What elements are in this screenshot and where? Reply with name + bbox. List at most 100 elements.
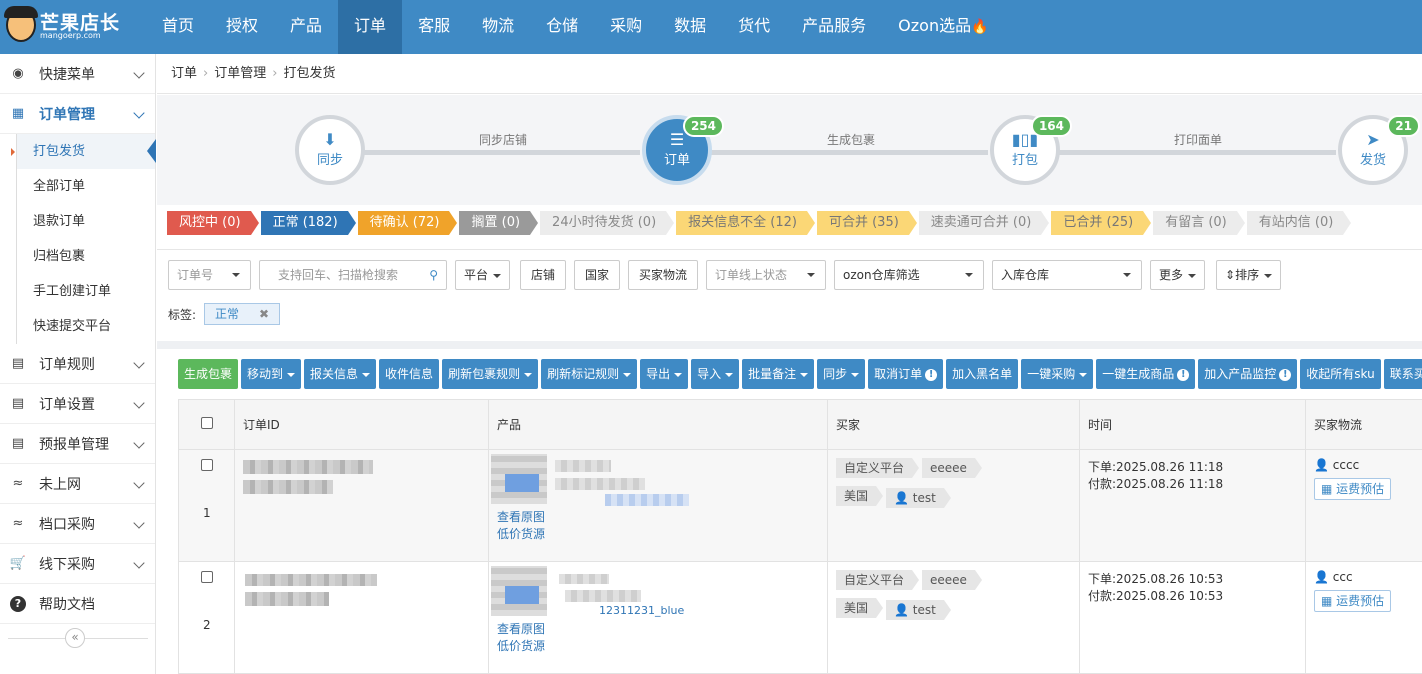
more-dropdown[interactable]: 更多 [1150,260,1206,290]
status-tag-aliexpress-mergeable[interactable]: 速卖通可合并 (0) [918,211,1049,235]
view-original-image-link[interactable]: 查看原图 [497,620,545,637]
sidebar-group-order-settings[interactable]: ▤ 订单设置 [0,384,155,424]
label-chip-normal[interactable]: 正常 ✖ [204,303,281,325]
low-price-source-link[interactable]: 低价货源 [497,637,545,654]
online-status-select[interactable]: 订单线上状态 [706,260,826,290]
caret-down-icon [1123,273,1131,277]
contact-buyer-button[interactable]: 联系买家 [1383,359,1422,389]
status-tag-has-site-message[interactable]: 有站内信 (0) [1246,211,1351,235]
product-sku[interactable]: 12311231_blue [599,604,684,617]
nav-order[interactable]: 订单 [338,0,403,54]
search-input[interactable]: 支持回车、扫描枪搜索 ⚲ [259,260,447,290]
pay-time: 付款:2025.08.26 11:18 [1088,477,1224,491]
sidebar-group-order-rules[interactable]: ▤ 订单规则 [0,344,155,384]
nav-data[interactable]: 数据 [658,0,722,54]
sort-dropdown[interactable]: ⇕排序 [1216,260,1282,290]
product-image[interactable] [491,454,547,504]
sidebar-item-pack-ship[interactable]: 打包发货 [11,134,156,169]
move-to-button[interactable]: 移动到 [241,359,302,389]
flow-link-sync-shop[interactable]: 同步店铺 [479,131,527,148]
sidebar-item-archived-packages[interactable]: 归档包裹 [16,239,155,274]
sidebar-group-not-online[interactable]: ≈ 未上网 [0,464,155,504]
buyer-logistics-button[interactable]: 买家物流 [628,260,698,290]
sidebar-item-manual-create[interactable]: 手工创建订单 [16,274,155,309]
help-icon: ? [10,595,26,612]
inbound-warehouse-select[interactable]: 入库仓库 [992,260,1142,290]
sidebar-group-shortcuts[interactable]: ◉ 快捷菜单 [0,54,155,94]
status-tag-normal[interactable]: 正常 (182) [260,211,356,235]
view-original-image-link[interactable]: 查看原图 [497,508,545,525]
export-button[interactable]: 导出 [640,359,689,389]
caret-down-icon [807,273,815,277]
close-icon[interactable]: ✖ [259,307,269,321]
status-tag-pending[interactable]: 待确认 (72) [357,211,458,235]
shop-button[interactable]: 店铺 [520,260,566,290]
product-sku-redacted [605,494,689,506]
product-text-redacted [555,478,645,490]
flow-step-order[interactable]: ☰ 订单 254 [642,115,724,185]
one-click-create-product-button[interactable]: 一键生成商品! [1096,359,1196,389]
nav-product[interactable]: 产品 [274,0,338,54]
flow-link-create-package[interactable]: 生成包裹 [827,131,875,148]
sidebar-group-help[interactable]: ? 帮助文档 [0,584,155,624]
sidebar-item-quick-submit[interactable]: 快速提交平台 [16,309,155,344]
sidebar-group-stall-purchase[interactable]: ≈ 档口采购 [0,504,155,544]
freight-estimate-button[interactable]: ▦ 运费预估 [1314,590,1392,612]
sync-button[interactable]: 同步 [817,359,866,389]
nav-auth[interactable]: 授权 [210,0,274,54]
row-checkbox[interactable] [201,571,213,583]
nav-logistics[interactable]: 物流 [466,0,530,54]
nav-ozon[interactable]: Ozon选品🔥 [882,0,1004,54]
status-tag-merged[interactable]: 已合并 (25) [1051,211,1152,235]
row-checkbox[interactable] [201,459,213,471]
collapse-sidebar-button[interactable]: « [65,628,85,648]
refresh-mark-rules-button[interactable]: 刷新标记规则 [541,359,638,389]
select-all-checkbox[interactable] [200,417,213,429]
status-tag-customs-incomplete[interactable]: 报关信息不全 (12) [676,211,815,235]
sidebar-group-label: 预报单管理 [39,436,109,453]
add-product-monitor-button[interactable]: 加入产品监控! [1198,359,1298,389]
sidebar-group-forecast[interactable]: ▤ 预报单管理 [0,424,155,464]
status-tag-risk[interactable]: 风控中 (0) [167,211,259,235]
flow-step-pack[interactable]: ▮▯▮ 打包 164 [990,115,1072,185]
mango-logo[interactable]: 芒果店长 mangoerp.com [4,6,146,48]
product-image[interactable] [491,566,547,616]
flow-link-print-label[interactable]: 打印面单 [1174,131,1222,148]
status-tag-has-message[interactable]: 有留言 (0) [1153,211,1245,235]
sidebar-item-refund-orders[interactable]: 退款订单 [16,204,155,239]
refresh-package-rules-button[interactable]: 刷新包裹规则 [442,359,539,389]
nav-purchase[interactable]: 采购 [594,0,658,54]
import-button[interactable]: 导入 [691,359,740,389]
nav-home[interactable]: 首页 [146,0,210,54]
sidebar-group-order-management[interactable]: ▦ 订单管理 [0,94,155,134]
add-blacklist-button[interactable]: 加入黑名单 [946,359,1019,389]
receiver-info-button[interactable]: 收件信息 [379,359,440,389]
nav-forwarder[interactable]: 货代 [722,0,786,54]
status-tag-hold[interactable]: 搁置 (0) [459,211,538,235]
customs-info-button[interactable]: 报关信息 [304,359,377,389]
platform-dropdown[interactable]: 平台 [455,260,511,290]
country-button[interactable]: 国家 [574,260,620,290]
status-tag-mergeable[interactable]: 可合并 (35) [816,211,917,235]
breadcrumb-item[interactable]: 订单 [171,66,197,81]
cancel-order-button[interactable]: 取消订单! [868,359,944,389]
breadcrumb-item[interactable]: 订单管理 [214,66,266,81]
one-click-purchase-button[interactable]: 一键采购 [1021,359,1094,389]
status-tag-24h[interactable]: 24小时待发货 (0) [540,211,675,235]
order-no-select[interactable]: 订单号 [168,260,251,290]
flow-step-ship[interactable]: ➤ 发货 21 [1338,115,1420,185]
flow-step-sync[interactable]: ⬇ 同步 [295,115,365,185]
freight-estimate-button[interactable]: ▦ 运费预估 [1314,478,1392,500]
sidebar-item-all-orders[interactable]: 全部订单 [16,169,155,204]
create-package-button[interactable]: 生成包裹 [178,359,239,389]
nav-product-service[interactable]: 产品服务 [786,0,882,54]
nav-warehouse[interactable]: 仓储 [530,0,594,54]
sidebar-group-offline-purchase[interactable]: 🛒 线下采购 [0,544,155,584]
low-price-source-link[interactable]: 低价货源 [497,525,545,542]
batch-note-button[interactable]: 批量备注 [742,359,815,389]
collapse-all-sku-button[interactable]: 收起所有sku [1300,359,1381,389]
search-icon: ⚲ [429,268,438,282]
ozon-warehouse-select[interactable]: ozon仓库筛选 [834,260,984,290]
nav-service[interactable]: 客服 [402,0,466,54]
table-header: 订单ID 产品 买家 时间 买家物流 [178,399,1422,450]
